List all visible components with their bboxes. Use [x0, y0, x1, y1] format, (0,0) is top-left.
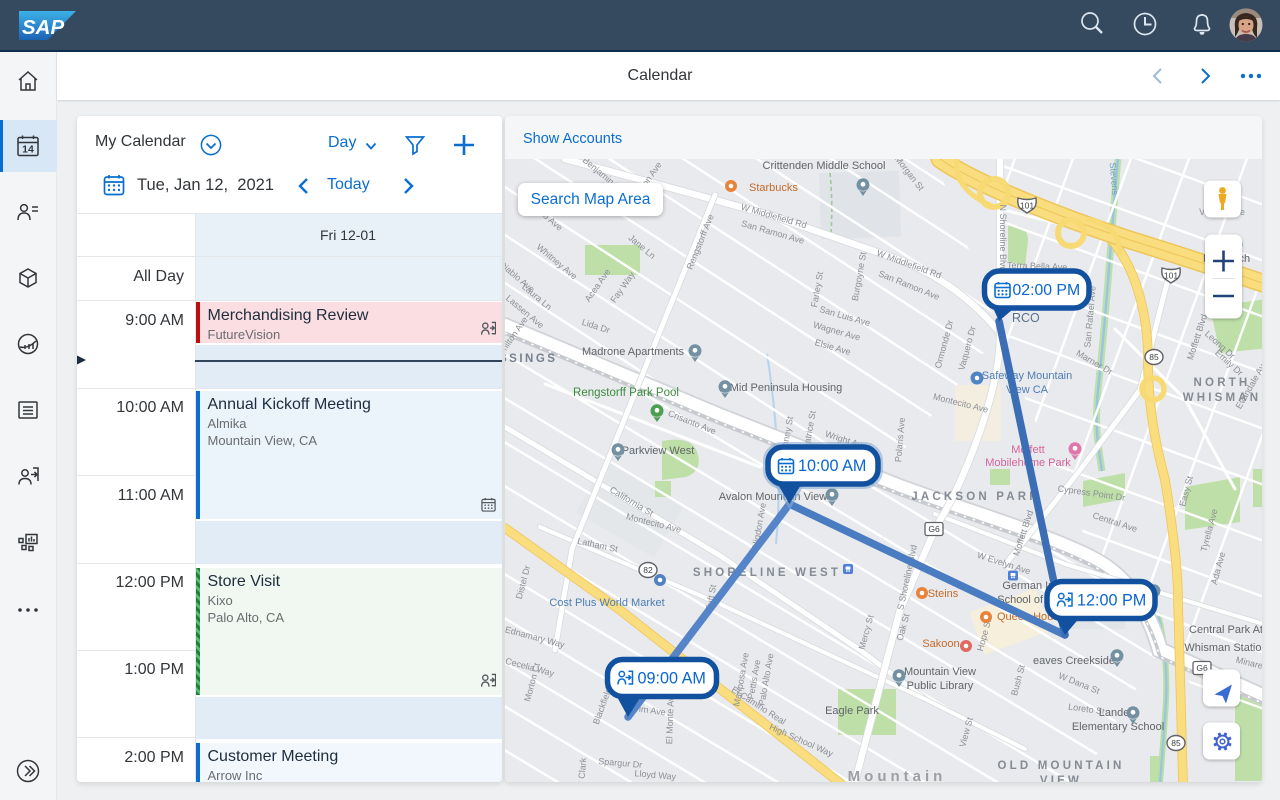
svg-text:RCO: RCO — [1012, 311, 1040, 325]
svg-text:SAP: SAP — [22, 16, 64, 39]
svg-text:G6: G6 — [928, 524, 940, 534]
svg-text:Eagle Park: Eagle Park — [825, 705, 879, 717]
svg-text:Public Library: Public Library — [907, 680, 974, 692]
svg-text:82: 82 — [643, 565, 653, 575]
svg-text:VIEW: VIEW — [1040, 775, 1082, 782]
svg-text:Crittenden Middle School: Crittenden Middle School — [763, 160, 886, 172]
svg-text:101: 101 — [1164, 270, 1178, 280]
svg-text:Elementary School: Elementary School — [1072, 721, 1164, 733]
svg-text:SHORELINE WEST: SHORELINE WEST — [693, 567, 841, 579]
svg-text:Mountain: Mountain — [848, 768, 947, 782]
svg-text:Mountain View: Mountain View — [904, 666, 976, 678]
svg-text:85: 85 — [1171, 738, 1181, 748]
svg-text:85: 85 — [1149, 352, 1159, 362]
svg-text:Safeway Mountain: Safeway Mountain — [982, 370, 1073, 382]
svg-text:eaves Creekside: eaves Creekside — [1033, 655, 1115, 667]
svg-text:Rengstorff Park Pool: Rengstorff Park Pool — [573, 387, 679, 399]
svg-text:Avalon Mountain View: Avalon Mountain View — [719, 491, 827, 503]
svg-text:10:00 AM: 10:00 AM — [798, 457, 866, 475]
svg-text:SSINGS: SSINGS — [505, 353, 557, 365]
svg-text:Madrone Apartments: Madrone Apartments — [582, 346, 685, 358]
svg-text:N Clark: N Clark — [576, 756, 589, 781]
svg-text:101: 101 — [1020, 200, 1034, 210]
svg-text:Parkview West: Parkview West — [622, 445, 695, 457]
svg-text:Whisman Station: Whisman Station — [1184, 642, 1262, 654]
svg-text:Cost Plus World Market: Cost Plus World Market — [549, 597, 664, 609]
svg-text:Steins: Steins — [928, 588, 959, 600]
svg-text:09:00 AM: 09:00 AM — [638, 669, 706, 687]
svg-text:NORTH: NORTH — [1194, 377, 1251, 389]
svg-text:Mid Peninsula Housing: Mid Peninsula Housing — [730, 382, 843, 394]
svg-text:Central Park At: Central Park At — [1189, 624, 1262, 636]
svg-text:JACKSON PARK: JACKSON PARK — [911, 491, 1041, 503]
svg-text:12:00 PM: 12:00 PM — [1077, 591, 1146, 609]
svg-text:14: 14 — [22, 144, 34, 156]
svg-text:Sakoon: Sakoon — [922, 638, 959, 650]
svg-text:OLD MOUNTAIN: OLD MOUNTAIN — [998, 760, 1125, 772]
svg-text:El Monte Ave: El Monte Ave — [664, 691, 676, 744]
svg-text:02:00 PM: 02:00 PM — [1013, 282, 1081, 299]
svg-text:Starbucks: Starbucks — [749, 182, 798, 194]
